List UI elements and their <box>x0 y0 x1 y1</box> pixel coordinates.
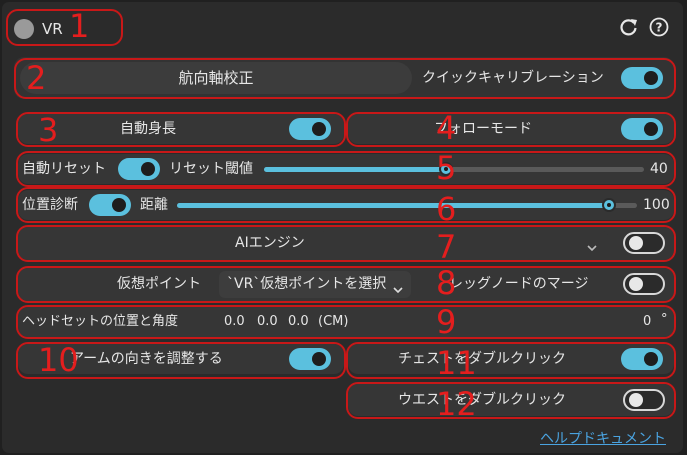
annotation-box-2 <box>14 58 676 99</box>
annotation-number: 3 <box>38 111 59 149</box>
annotation-box-12 <box>346 382 676 419</box>
vr-panel: VR ? 航向軸校正 クイックキャリブレーション 自動身長 フォローモード 自動… <box>2 2 683 453</box>
help-document-link[interactable]: ヘルプドキュメント <box>540 428 666 448</box>
annotation-box-11 <box>346 342 676 379</box>
annotation-box-9 <box>16 305 676 339</box>
svg-text:?: ? <box>656 21 663 35</box>
annotation-box-3 <box>16 112 346 147</box>
annotation-number: 12 <box>436 385 477 423</box>
annotation-box-7 <box>16 225 676 262</box>
annotation-number: 7 <box>436 228 457 266</box>
annotation-box-8 <box>16 266 676 303</box>
annotation-box-1 <box>6 9 123 46</box>
annotation-box-5 <box>16 151 676 187</box>
annotation-number: 9 <box>436 303 457 341</box>
annotation-number: 6 <box>436 190 457 228</box>
refresh-icon[interactable] <box>619 17 639 37</box>
help-icon[interactable]: ? <box>649 17 669 37</box>
annotation-box-4 <box>346 112 676 147</box>
annotation-number: 10 <box>38 341 79 379</box>
annotation-number: 1 <box>69 7 90 45</box>
annotation-number: 5 <box>436 149 457 187</box>
annotation-box-6 <box>16 187 676 223</box>
annotation-number: 2 <box>26 59 47 97</box>
annotation-number: 11 <box>436 344 477 382</box>
annotation-number: 8 <box>436 264 457 302</box>
annotation-number: 4 <box>436 109 457 147</box>
